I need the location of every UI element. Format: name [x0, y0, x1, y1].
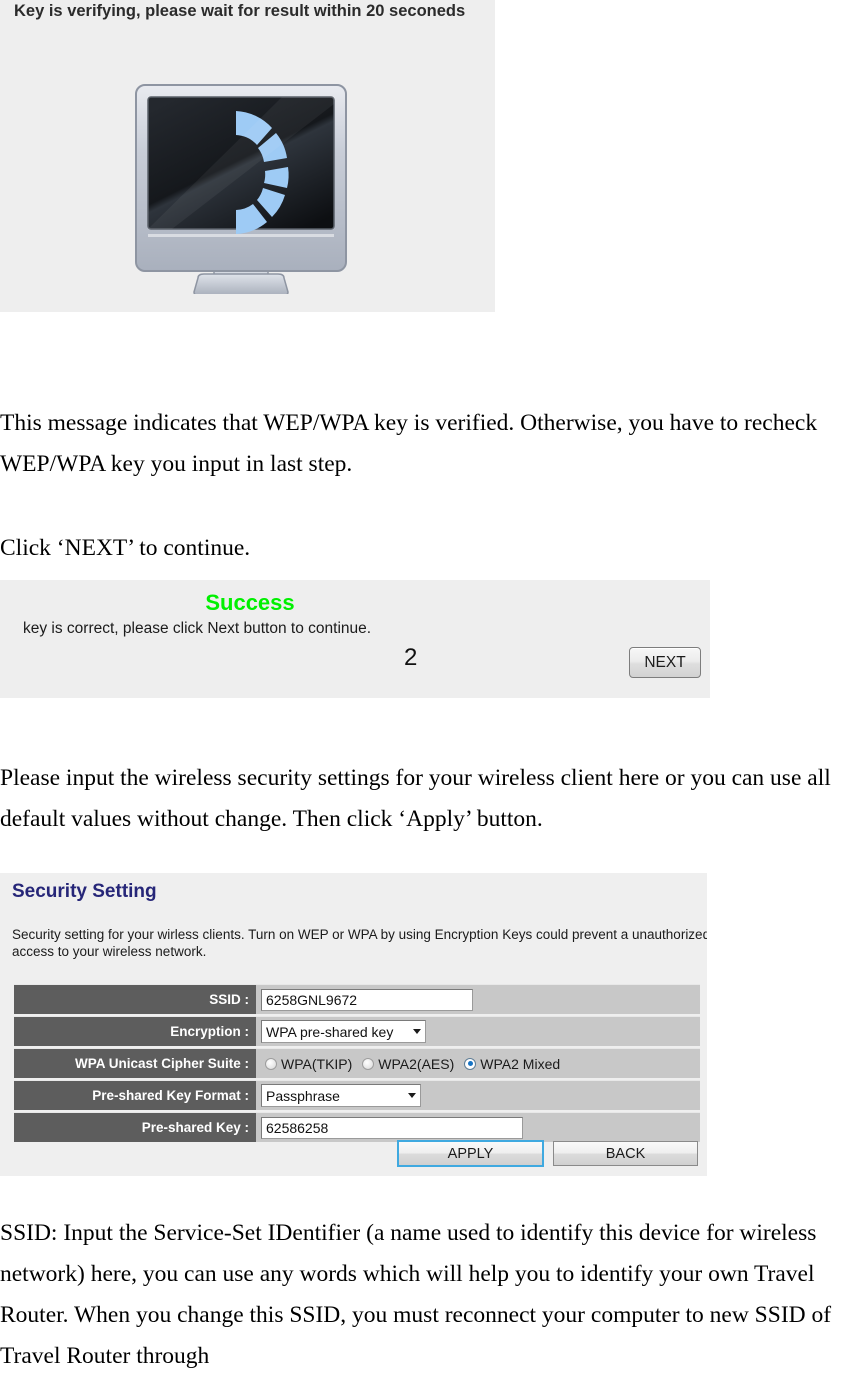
- radio-label: WPA2(AES): [378, 1055, 455, 1072]
- wpa-unicast-cipher-suite-label: WPA Unicast Cipher Suite :: [14, 1049, 256, 1078]
- key-format-field-cell: Passphrase: [256, 1081, 700, 1110]
- radio-label: WPA2 Mixed: [480, 1055, 561, 1072]
- key-verifying-panel: Key is verifying, please wait for result…: [0, 0, 495, 312]
- pre-shared-key-label: Pre-shared Key :: [14, 1113, 256, 1142]
- paragraph-verify-explanation: This message indicates that WEP/WPA key …: [0, 410, 818, 477]
- cipher-suite-radio-group: WPA(TKIP) WPA2(AES) WPA2 Mixed: [261, 1056, 560, 1072]
- table-row: Pre-shared Key :: [14, 1112, 700, 1142]
- back-button[interactable]: BACK: [553, 1141, 698, 1166]
- pre-shared-key-input[interactable]: [261, 1116, 523, 1139]
- table-row: SSID :: [14, 984, 700, 1014]
- paragraph-click-next: Click ‘NEXT’ to continue.: [0, 535, 251, 561]
- radio-label: WPA(TKIP): [281, 1055, 353, 1072]
- monitor-spinner-icon: [132, 82, 350, 297]
- table-row: Pre-shared Key Format : Passphrase: [14, 1080, 700, 1110]
- ssid-label: SSID :: [14, 985, 256, 1014]
- chevron-down-icon: [408, 1093, 416, 1098]
- radio-wpa2-aes[interactable]: WPA2(AES): [362, 1056, 454, 1072]
- next-button[interactable]: NEXT: [629, 647, 701, 678]
- radio-icon[interactable]: [265, 1057, 277, 1070]
- apply-button[interactable]: APPLY: [397, 1140, 544, 1167]
- pre-shared-key-format-label: Pre-shared Key Format :: [14, 1081, 256, 1110]
- radio-wpa-tkip[interactable]: WPA(TKIP): [265, 1056, 352, 1072]
- security-setting-title: Security Setting: [12, 881, 157, 902]
- radio-icon[interactable]: [362, 1057, 375, 1070]
- success-subtext: key is correct, please click Next button…: [23, 620, 372, 637]
- step-number-label: 2: [404, 644, 418, 671]
- cipher-suite-field-cell: WPA(TKIP) WPA2(AES) WPA2 Mixed: [256, 1049, 700, 1078]
- pre-shared-key-format-select[interactable]: Passphrase: [261, 1084, 421, 1107]
- ssid-input[interactable]: [261, 988, 473, 1011]
- table-row: Encryption : WPA pre-shared key: [14, 1016, 700, 1046]
- encryption-label: Encryption :: [14, 1017, 256, 1046]
- key-format-select-value: Passphrase: [266, 1087, 340, 1104]
- security-action-buttons: APPLY BACK: [397, 1140, 698, 1167]
- key-success-panel: Success key is correct, please click Nex…: [0, 580, 710, 698]
- radio-wpa2-mixed[interactable]: WPA2 Mixed: [464, 1056, 560, 1072]
- table-row: WPA Unicast Cipher Suite : WPA(TKIP) WPA…: [14, 1048, 700, 1078]
- paragraph-security-intro: Please input the wireless security setti…: [0, 765, 831, 832]
- security-setting-panel: Security Setting Security setting for yo…: [0, 873, 707, 1176]
- encryption-select-value: WPA pre-shared key: [266, 1023, 394, 1040]
- radio-icon-selected[interactable]: [464, 1057, 477, 1070]
- chevron-down-icon: [413, 1029, 421, 1034]
- security-setting-description: Security setting for your wirless client…: [12, 927, 707, 959]
- success-heading: Success: [205, 590, 295, 615]
- paragraph-ssid-explanation: SSID: Input the Service-Set IDentifier (…: [0, 1220, 832, 1369]
- encryption-field-cell: WPA pre-shared key: [256, 1017, 700, 1046]
- security-form: SSID : Encryption : WPA pre-shared key W…: [14, 984, 700, 1144]
- encryption-select[interactable]: WPA pre-shared key: [261, 1020, 426, 1043]
- verify-status-text: Key is verifying, please wait for result…: [14, 2, 466, 20]
- pre-shared-key-field-cell: [256, 1113, 700, 1142]
- ssid-field-cell: [256, 985, 700, 1014]
